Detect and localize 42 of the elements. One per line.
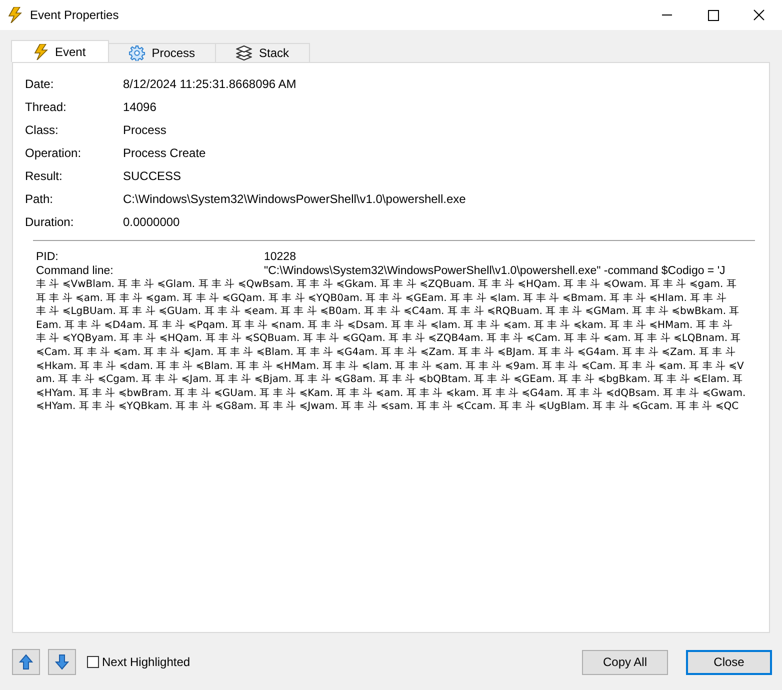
property-value: 0.0000000: [123, 214, 181, 230]
tab[interactable]: Process: [108, 43, 216, 62]
property-value: Process: [123, 122, 168, 138]
command-text-line: Eam. 耳 丰 斗 ≼D4am. 耳 丰 斗 ≼Pqam. 耳 丰 斗 ≼nam. 耳 丰 斗 ≼Dsam. 耳 丰 斗 ≼lam. 耳 丰 斗 ≼am. 耳 丰 斗 ≼kam. 耳 丰 斗 ≼HMam. 耳 丰 斗: [36, 318, 734, 332]
down-arrow-icon: [55, 654, 69, 670]
property-value: 8/12/2024 11:25:31.8668096 AM: [123, 76, 298, 92]
up-arrow-icon: [19, 654, 33, 670]
tab[interactable]: Stack: [215, 43, 310, 62]
command-text-line: ≼HYam. 耳 丰 斗 ≼YQBkam. 耳 丰 斗 ≼G8am. 耳 丰 斗 ≼Jwam. 耳 丰 斗 ≼sam. 耳 丰 斗 ≼Ccam. 耳 丰 斗 ≼UgBlam. 耳 丰 斗 ≼Gcam. 耳 丰 斗 ≼QC: [36, 400, 740, 414]
next-button[interactable]: [48, 649, 76, 675]
property-value: C:\Windows\System32\WindowsPowerShell\v1.0\powershell.exe: [123, 191, 467, 207]
detail-value: "C:\Windows\System32\WindowsPowerShell\v1.0\powershell.exe" -command $Codigo = 'J: [264, 264, 726, 278]
command-text-line: 丰 斗 ≼YQByam. 耳 丰 斗 ≼HQam. 耳 丰 斗 ≼SQBuam. 耳 丰 斗 ≼GQam. 耳 丰 斗 ≼ZQB4am. 耳 丰 斗 ≼Cam. 耳 丰 斗 ≼am. 耳 丰 斗 ≼LQBnam. 耳: [36, 332, 742, 346]
command-text-line: ≼Hkam. 耳 丰 斗 ≼dam. 耳 丰 斗 ≼Blam. 耳 丰 斗 ≼HMam. 耳 丰 斗 ≼lam. 耳 丰 斗 ≼am. 耳 丰 斗 ≼9am. 耳 丰 斗 ≼Cam. 耳 丰 斗 ≼am. 耳 丰 斗 ≼V: [36, 360, 745, 374]
property-value: 14096: [123, 99, 158, 115]
property-label: Thread:: [25, 99, 68, 115]
property-value: SUCCESS: [123, 168, 182, 184]
detail-label: Command line:: [36, 264, 114, 278]
dialog-button[interactable]: Copy All: [582, 650, 668, 674]
property-value: Process Create: [123, 145, 207, 161]
property-label: Path:: [25, 191, 54, 207]
property-label: Class:: [25, 122, 60, 138]
command-text-line: ≼Cam. 耳 丰 斗 ≼am. 耳 丰 斗 ≼Jam. 耳 丰 斗 ≼Blam. 耳 丰 斗 ≼G4am. 耳 丰 斗 ≼Zam. 耳 丰 斗 ≼BJam. 耳 丰 斗 ≼G4am. 耳 丰 斗 ≼Zam. 耳 丰 斗: [36, 346, 736, 360]
command-text-line: 丰 斗 ≼LgBUam. 耳 丰 斗 ≼GUam. 耳 丰 斗 ≼eam. 耳 丰 斗 ≼B0am. 耳 丰 斗 ≼C4am. 耳 丰 斗 ≼RQBuam. 耳 丰 斗 ≼GMam. 耳 丰 斗 ≼bwBkam. 耳: [36, 305, 740, 319]
lightning-icon: [34, 44, 48, 60]
property-label: Date:: [25, 76, 55, 92]
command-text-line: am. 耳 丰 斗 ≼Cgam. 耳 丰 斗 ≼Jam. 耳 丰 斗 ≼Bjam. 耳 丰 斗 ≼G8am. 耳 丰 斗 ≼bQBtam. 耳 丰 斗 ≼GEam. 耳 丰 斗 ≼bgBkam. 耳 丰 斗 ≼Elam. 耳: [36, 373, 744, 387]
detail-label: PID:: [36, 251, 60, 264]
app-icon: [8, 7, 22, 23]
window-title: Event Properties: [30, 8, 120, 22]
detail-value: 10228: [264, 251, 297, 264]
previous-button[interactable]: [12, 649, 40, 675]
property-label: Duration:: [25, 214, 75, 230]
tab[interactable]: Event: [11, 40, 109, 62]
command-text-line: 耳 丰 斗 ≼am. 耳 丰 斗 ≼gam. 耳 丰 斗 ≼GQam. 耳 丰 斗 ≼YQB0am. 耳 丰 斗 ≼GEam. 耳 丰 斗 ≼lam. 耳 丰 斗 ≼Bmam. 耳 丰 斗 ≼Hlam. 耳 丰 斗: [36, 292, 728, 306]
checkbox[interactable]: [87, 656, 99, 668]
property-label: Operation:: [25, 145, 82, 161]
dialog-button[interactable]: Close: [686, 650, 772, 674]
command-text-line: 丰 斗 ≼VwBlam. 耳 丰 斗 ≼Glam. 耳 丰 斗 ≼QwBsam. 耳 丰 斗 ≼Gkam. 耳 丰 斗 ≼ZQBuam. 耳 丰 斗 ≼HQam. 耳 丰 斗 ≼Owam. 耳 丰 斗 ≼gam. 耳: [36, 278, 738, 292]
checkbox-label[interactable]: Next Highlighted: [102, 655, 190, 669]
property-label: Result:: [25, 168, 64, 184]
command-text-line: ≼HYam. 耳 丰 斗 ≼bwBram. 耳 丰 斗 ≼GUam. 耳 丰 斗 ≼Kam. 耳 丰 斗 ≼am. 耳 丰 斗 ≼kam. 耳 丰 斗 ≼G4am. 耳 丰 斗 ≼dQBsam. 耳 丰 斗 ≼Gwam.: [36, 386, 747, 400]
